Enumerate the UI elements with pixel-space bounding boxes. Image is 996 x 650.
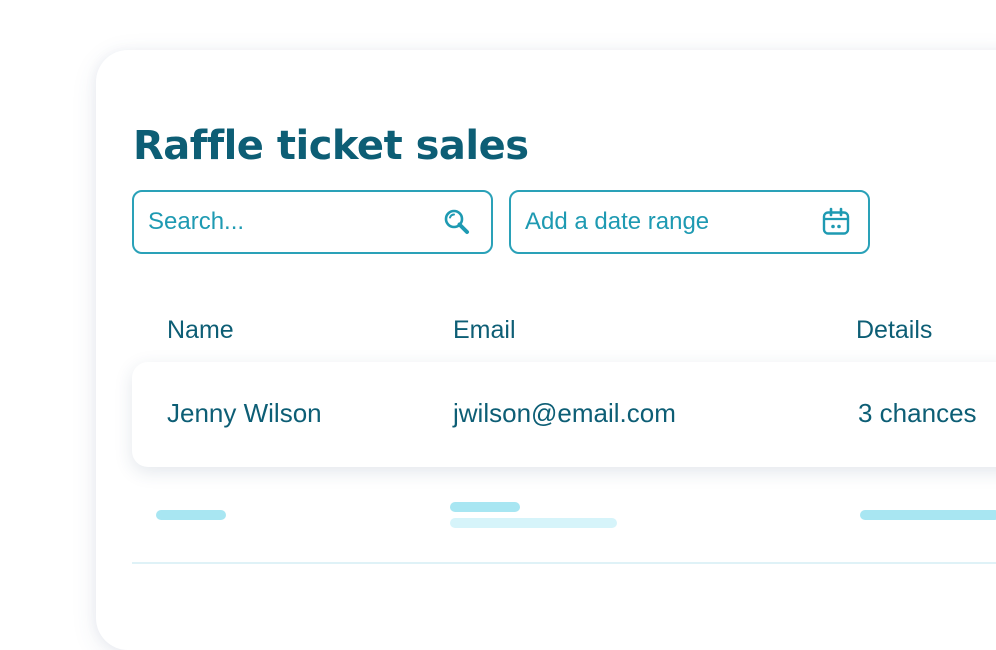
- row-name: Jenny Wilson: [167, 398, 322, 428]
- calendar-icon[interactable]: [820, 206, 852, 238]
- skeleton-email-secondary: [450, 518, 617, 528]
- search-placeholder: Search...: [148, 208, 245, 235]
- skeleton-email-primary: [450, 502, 520, 512]
- row-divider: [132, 562, 996, 564]
- skeleton-details: [860, 510, 996, 520]
- column-header-email[interactable]: Email: [453, 316, 516, 345]
- page-title: Raffle ticket sales: [133, 123, 529, 169]
- date-range-placeholder: Add a date range: [525, 208, 710, 235]
- column-header-name[interactable]: Name: [167, 316, 234, 345]
- date-range-input[interactable]: Add a date range: [509, 190, 870, 254]
- column-header-details[interactable]: Details: [856, 316, 932, 345]
- search-icon[interactable]: [441, 206, 473, 238]
- row-email: jwilson@email.com: [453, 398, 676, 428]
- search-input[interactable]: Search...: [132, 190, 493, 254]
- skeleton-name: [156, 510, 226, 520]
- row-details: 3 chances: [858, 398, 977, 428]
